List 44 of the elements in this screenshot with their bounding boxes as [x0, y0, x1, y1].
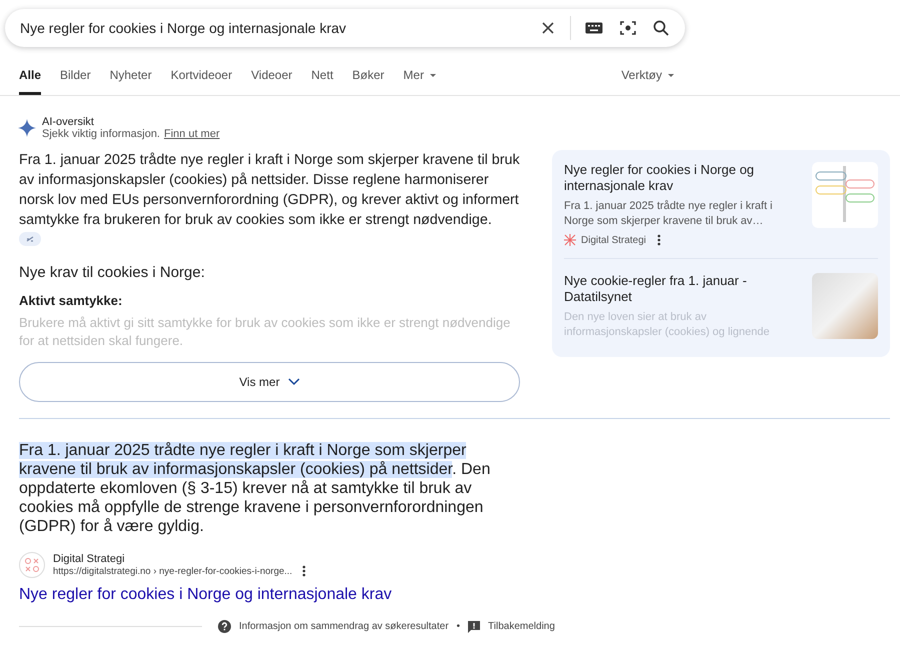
tab[interactable]: Alle: [19, 63, 42, 95]
show-more-button[interactable]: Vis mer: [19, 362, 520, 402]
site-name: Digital Strategi: [53, 553, 126, 565]
source-title[interactable]: Nye cookie-regler fra 1. januar - Datatilsynet: [564, 273, 802, 305]
more-options-icon[interactable]: [302, 565, 306, 577]
tab[interactable]: Kortvideoer: [170, 63, 232, 95]
feedback-link[interactable]: Tilbakemelding: [488, 621, 555, 632]
source-snippet: Den nye loven sier at bruk av informasjonskapsler (cookies) og lignende: [564, 310, 770, 340]
section-title: AI-oversikt: [42, 116, 95, 128]
info-text: Sjekk viktig informasjon.: [42, 128, 160, 140]
snippet-paragraph: Fra 1. januar 2025 trådte nye regler i kraft i Norge som skjerper kravene til bruk av informasjonskapsler (cookies) på nettsider. Den oppdaterte ekomloven (§ 3-15) krever nå at samtykke til bruk av cookies må oppfylle de strenge kravene i personvernforordningen (GDPR) for å være gyldig.: [19, 441, 492, 536]
logo-icon: [564, 234, 576, 246]
separator-dot: •: [456, 621, 460, 632]
overview-paragraph: Fra 1. januar 2025 trådte nye regler i kraft i Norge som skjerper kravene til bruk av informasjonskapsler (cookies) på nettsider. Disse reglene harmoniserer norsk lov med EUs personvernforordning (GDPR), og krever aktivt og informert samtykke fra brukeren for bruk av cookies som ikke er strengt nødvendige.: [19, 151, 520, 230]
more-options-icon[interactable]: [657, 234, 662, 246]
tab[interactable]: Videoer: [251, 63, 292, 95]
feedback-icon[interactable]: [468, 620, 480, 632]
site-logo-icon: [19, 552, 45, 578]
learn-more-link[interactable]: Finn ut mer: [164, 128, 220, 140]
tab[interactable]: Mer: [403, 63, 436, 95]
tab[interactable]: Bilder: [60, 63, 91, 95]
source-title[interactable]: Nye regler for cookies i Norge og internasjonale krav: [564, 162, 802, 194]
info-link[interactable]: Informasjon om sammendrag av søkeresultater: [239, 621, 449, 632]
help-icon[interactable]: [218, 620, 231, 633]
tab[interactable]: Bøker: [352, 63, 384, 95]
close-icon[interactable]: [540, 20, 556, 36]
result-link[interactable]: Nye regler for cookies i Norge og internasjonale krav: [19, 586, 392, 604]
search-icon[interactable]: [653, 20, 669, 36]
tab[interactable]: Nett: [311, 63, 334, 95]
search-bar[interactable]: Nye regler for cookies i Norge og internasjonale krav: [5, 9, 685, 47]
source-snippet: Fra 1. januar 2025 trådte nye regler i kraft i Norge som skjerper kravene til bruk av…: [564, 199, 774, 229]
sparkle-icon: [18, 119, 36, 137]
tools-menu[interactable]: Verktøy: [621, 63, 674, 95]
search-input-field[interactable]: Nye regler for cookies i Norge og internasjonale krav: [20, 20, 524, 36]
overview-heading: Nye krav til cookies i Norge:: [19, 264, 206, 281]
overview-subheading: Aktivt samtykke:: [19, 293, 124, 308]
camera-icon[interactable]: [619, 19, 637, 37]
site-url: https://digitalstrategi.no › nye-regler-for-cookies-i-norge...: [53, 566, 292, 576]
chevron-down-icon: [288, 378, 300, 386]
signpost-drawing: [812, 162, 878, 228]
source-name: Digital Strategi: [581, 234, 646, 246]
keyboard-icon[interactable]: [585, 22, 603, 34]
photo-placeholder: [812, 273, 878, 339]
tab[interactable]: Nyheter: [110, 63, 152, 95]
